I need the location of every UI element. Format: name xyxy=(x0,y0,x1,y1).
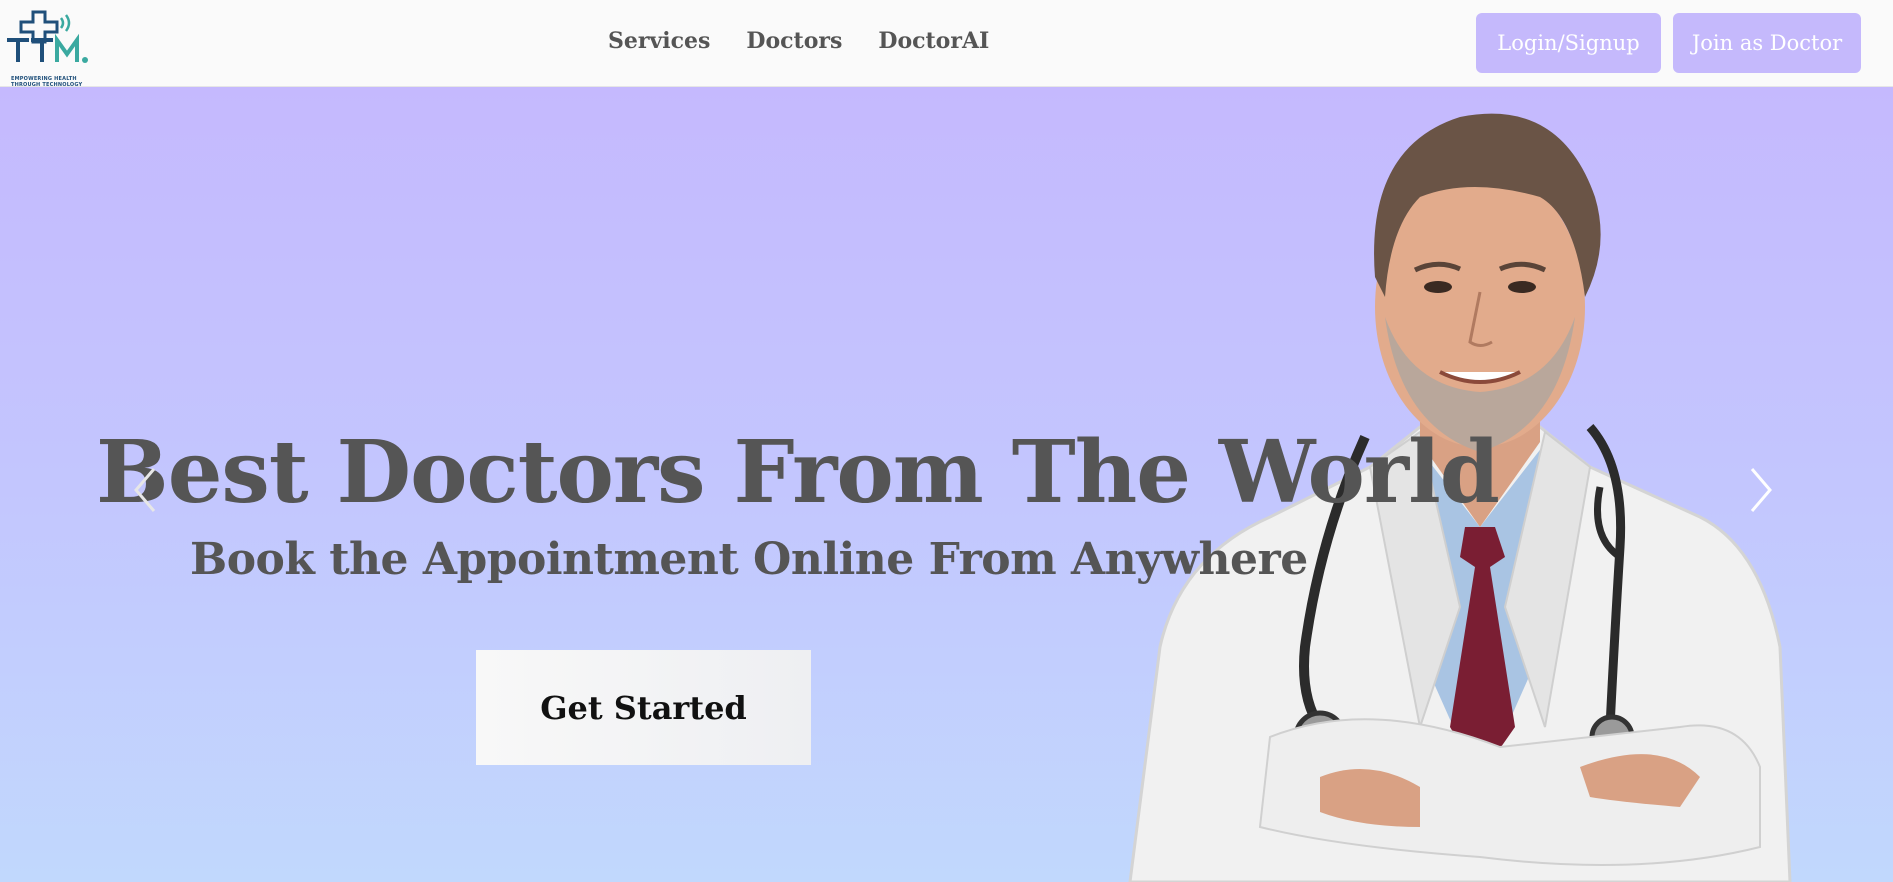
logo-tagline: EMPOWERING HEALTH THROUGH TECHNOLOGY xyxy=(11,76,101,88)
hero-title: Best Doctors From The World xyxy=(96,422,1500,523)
login-signup-button[interactable]: Login/Signup xyxy=(1476,13,1661,73)
get-started-button[interactable]: Get Started xyxy=(476,650,811,765)
join-as-doctor-button[interactable]: Join as Doctor xyxy=(1673,13,1861,73)
site-logo[interactable]: EMPOWERING HEALTH THROUGH TECHNOLOGY xyxy=(5,8,91,88)
carousel-next-icon[interactable] xyxy=(1746,465,1776,515)
logo-icon xyxy=(7,10,88,63)
hero-section: Best Doctors From The World Book the App… xyxy=(0,87,1893,882)
main-nav: Services Doctors DoctorAI xyxy=(608,28,989,54)
carousel-prev-icon[interactable] xyxy=(130,465,160,515)
top-navbar: EMPOWERING HEALTH THROUGH TECHNOLOGY Ser… xyxy=(0,0,1893,88)
nav-doctorai[interactable]: DoctorAI xyxy=(878,28,989,54)
hero-subtitle: Book the Appointment Online From Anywher… xyxy=(190,534,1308,585)
nav-doctors[interactable]: Doctors xyxy=(746,28,842,54)
logo-tagline-line2: THROUGH TECHNOLOGY xyxy=(11,82,83,88)
nav-services[interactable]: Services xyxy=(608,28,710,54)
